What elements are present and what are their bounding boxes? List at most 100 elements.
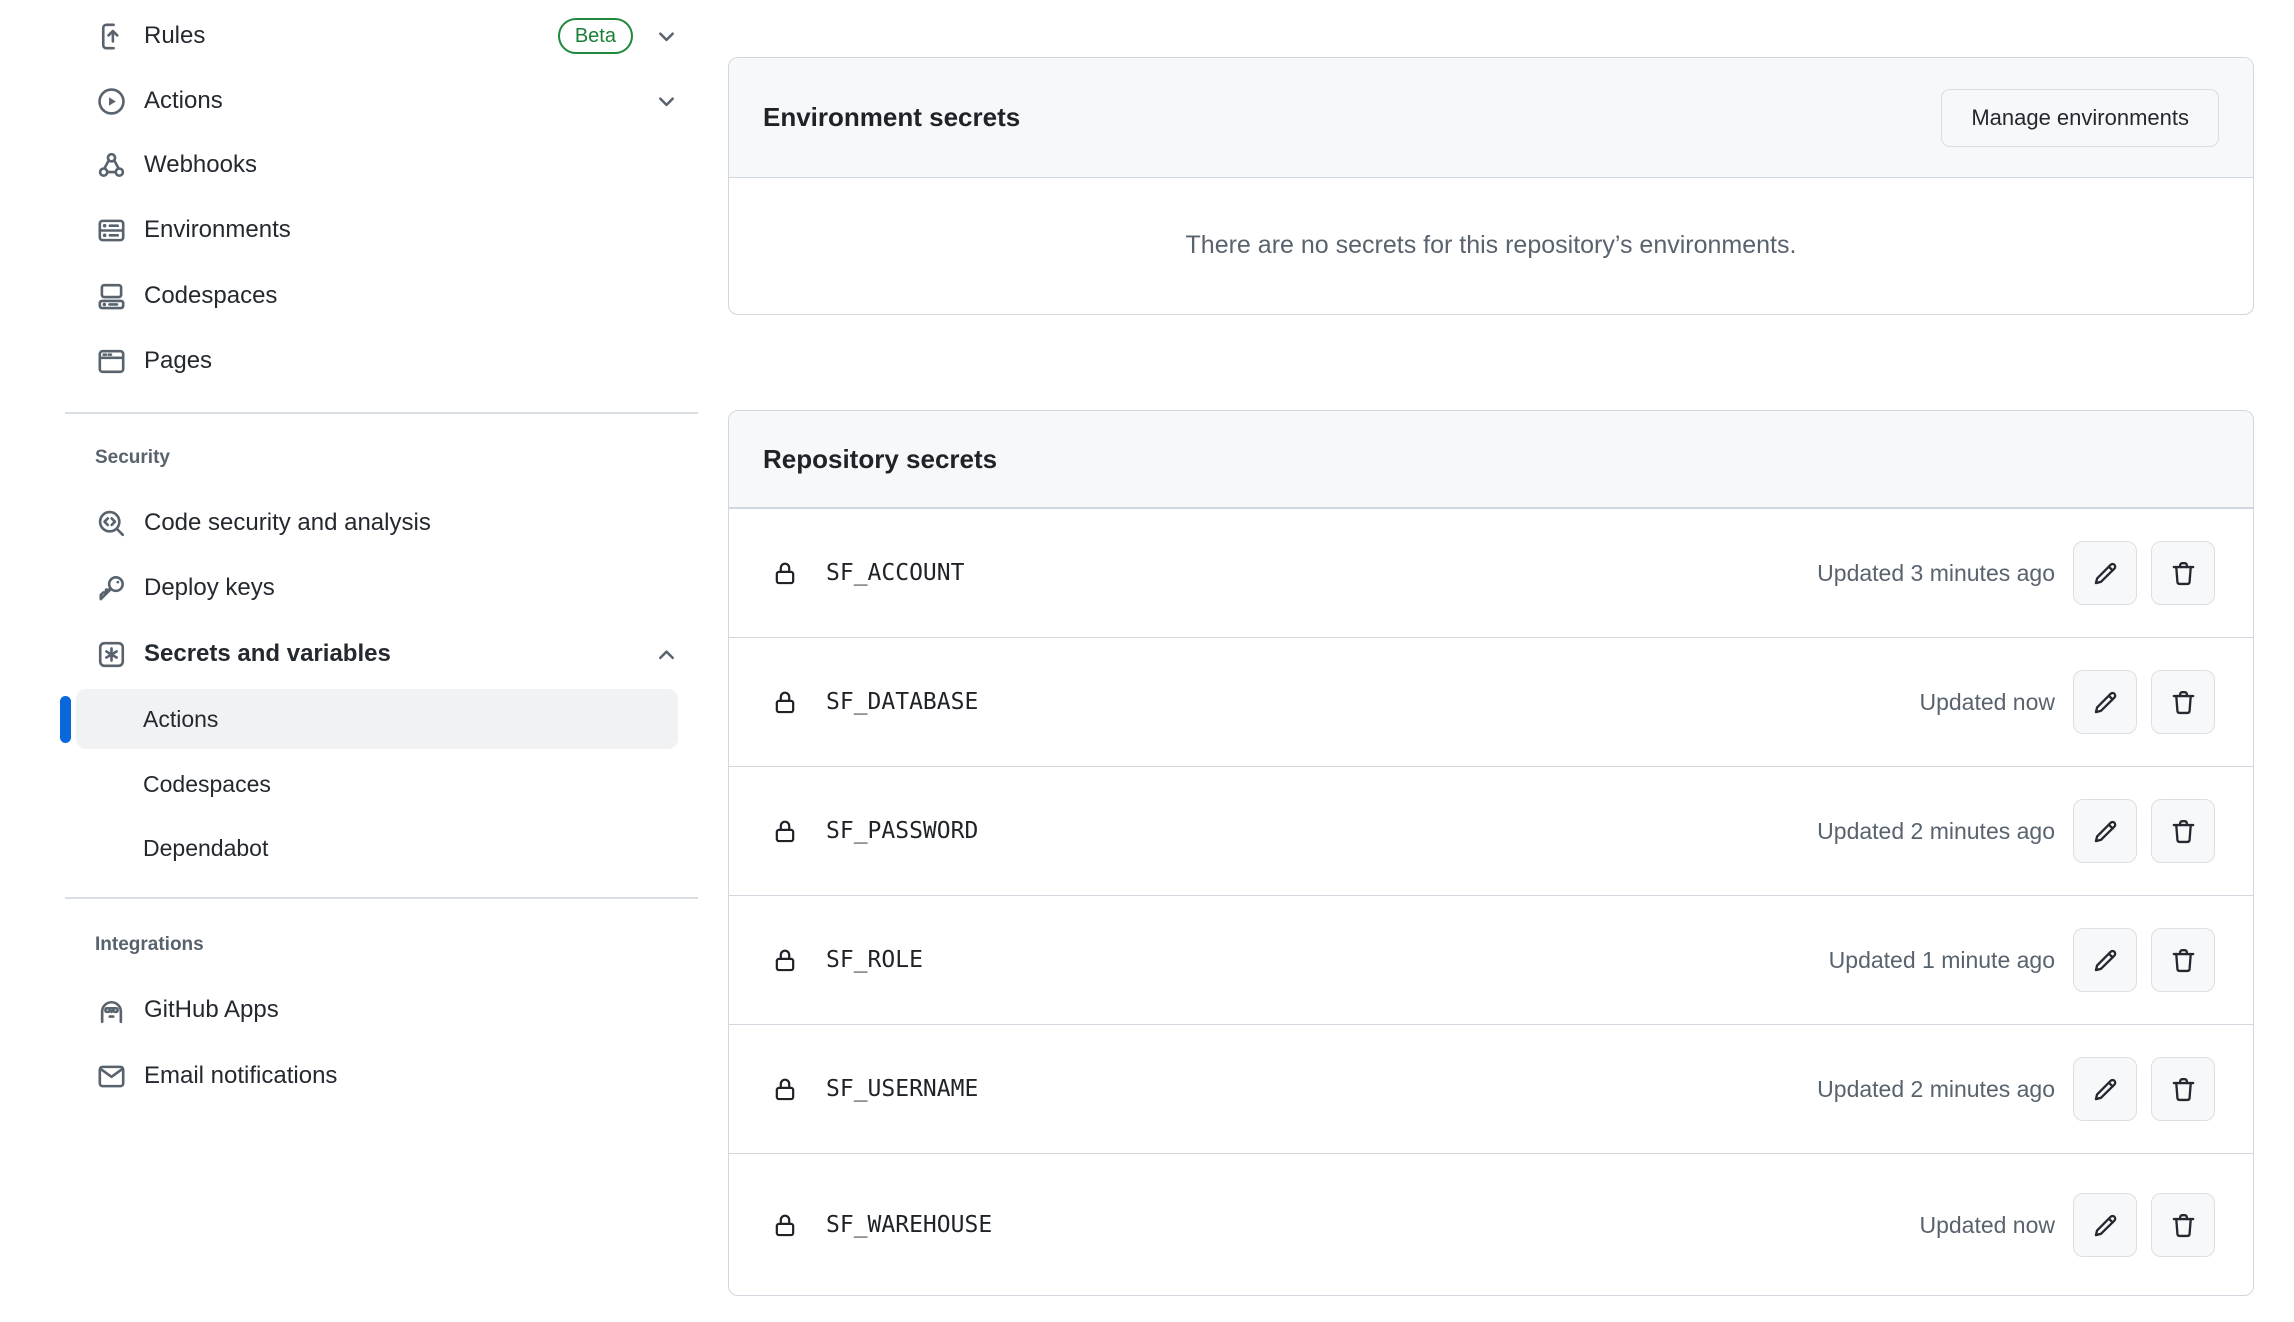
secret-updated: Updated 2 minutes ago <box>1817 818 2055 845</box>
sidebar-item-label: Environments <box>144 216 291 244</box>
repository-secrets-title: Repository secrets <box>763 444 997 475</box>
sidebar-item-codespaces[interactable]: Codespaces <box>95 272 680 320</box>
pencil-icon <box>2090 945 2121 976</box>
secret-name: SF_DATABASE <box>826 689 978 715</box>
edit-secret-button[interactable] <box>2073 670 2137 734</box>
sidebar-subitem-actions[interactable]: Actions <box>76 689 678 749</box>
delete-secret-button[interactable] <box>2151 670 2215 734</box>
sidebar-item-actions[interactable]: Actions <box>95 77 680 125</box>
codescan-icon <box>95 507 128 540</box>
environment-secrets-card: Environment secrets Manage environments … <box>728 57 2254 315</box>
sidebar-item-label: Code security and analysis <box>144 509 431 537</box>
webhook-icon <box>95 149 128 182</box>
delete-secret-button[interactable] <box>2151 928 2215 992</box>
secret-updated: Updated now <box>1919 1212 2055 1239</box>
secret-row: SF_USERNAME Updated 2 minutes ago <box>729 1024 2253 1153</box>
lock-icon <box>771 1210 799 1241</box>
secret-name: SF_ROLE <box>826 947 923 973</box>
trash-icon <box>2168 1074 2199 1105</box>
repository-secrets-card: Repository secrets SF_ACCOUNT Updated 3 … <box>728 410 2254 1296</box>
edit-secret-button[interactable] <box>2073 541 2137 605</box>
rules-icon <box>95 20 128 53</box>
lock-icon <box>771 558 799 589</box>
sidebar-item-rules[interactable]: Rules Beta <box>95 12 680 60</box>
sidebar-item-code-security[interactable]: Code security and analysis <box>95 499 680 547</box>
delete-secret-button[interactable] <box>2151 1057 2215 1121</box>
pencil-icon <box>2090 687 2121 718</box>
sidebar-subitem-dependabot[interactable]: Dependabot <box>76 818 678 878</box>
sidebar-section-security: Security <box>95 447 170 469</box>
chevron-down-icon <box>653 23 680 50</box>
sidebar-item-label: Pages <box>144 347 212 375</box>
sidebar-item-label: Rules <box>144 22 205 50</box>
secrets-icon <box>95 638 128 671</box>
sidebar-item-github-apps[interactable]: GitHub Apps <box>95 986 680 1034</box>
pencil-icon <box>2090 558 2121 589</box>
sidebar-item-webhooks[interactable]: Webhooks <box>95 141 680 189</box>
sidebar-item-label: Email notifications <box>144 1062 337 1090</box>
pencil-icon <box>2090 1210 2121 1241</box>
lock-icon <box>771 945 799 976</box>
secret-name: SF_WAREHOUSE <box>826 1212 992 1238</box>
manage-environments-button[interactable]: Manage environments <box>1941 89 2219 147</box>
sidebar-item-label: GitHub Apps <box>144 996 279 1024</box>
edit-secret-button[interactable] <box>2073 1193 2137 1257</box>
hubot-icon <box>95 994 128 1027</box>
lock-icon <box>771 687 799 718</box>
lock-icon <box>771 1074 799 1105</box>
pencil-icon <box>2090 816 2121 847</box>
secret-row: SF_WAREHOUSE Updated now <box>729 1153 2253 1296</box>
secret-updated: Updated 3 minutes ago <box>1817 560 2055 587</box>
secret-row: SF_PASSWORD Updated 2 minutes ago <box>729 766 2253 895</box>
trash-icon <box>2168 945 2199 976</box>
pencil-icon <box>2090 1074 2121 1105</box>
environment-secrets-header: Environment secrets Manage environments <box>729 58 2253 178</box>
secret-name: SF_PASSWORD <box>826 818 978 844</box>
secret-row: SF_ROLE Updated 1 minute ago <box>729 895 2253 1024</box>
repository-secrets-header: Repository secrets <box>729 411 2253 508</box>
browser-icon <box>95 345 128 378</box>
sidebar-item-environments[interactable]: Environments <box>95 206 680 254</box>
secret-updated: Updated 1 minute ago <box>1829 947 2055 974</box>
sidebar-item-label: Actions <box>144 87 223 115</box>
sidebar-item-email-notifications[interactable]: Email notifications <box>95 1052 680 1100</box>
sidebar-subitem-codespaces[interactable]: Codespaces <box>76 754 678 814</box>
edit-secret-button[interactable] <box>2073 928 2137 992</box>
delete-secret-button[interactable] <box>2151 1193 2215 1257</box>
secret-updated: Updated 2 minutes ago <box>1817 1076 2055 1103</box>
sidebar-divider <box>65 897 698 899</box>
secret-row: SF_ACCOUNT Updated 3 minutes ago <box>729 508 2253 637</box>
chevron-up-icon <box>653 641 680 668</box>
sidebar-item-label: Secrets and variables <box>144 640 391 668</box>
secret-row: SF_DATABASE Updated now <box>729 637 2253 766</box>
beta-badge: Beta <box>558 18 633 54</box>
sidebar-divider <box>65 412 698 414</box>
secret-updated: Updated now <box>1919 689 2055 716</box>
delete-secret-button[interactable] <box>2151 799 2215 863</box>
trash-icon <box>2168 558 2199 589</box>
lock-icon <box>771 816 799 847</box>
key-icon <box>95 572 128 605</box>
delete-secret-button[interactable] <box>2151 541 2215 605</box>
environment-secrets-empty-message: There are no secrets for this repository… <box>729 178 2253 313</box>
selected-item-accent-bar <box>60 696 71 743</box>
secret-name: SF_USERNAME <box>826 1076 978 1102</box>
environment-secrets-title: Environment secrets <box>763 102 1020 133</box>
secret-name: SF_ACCOUNT <box>826 560 964 586</box>
trash-icon <box>2168 1210 2199 1241</box>
sidebar-item-deploy-keys[interactable]: Deploy keys <box>95 564 680 612</box>
play-circle-icon <box>95 85 128 118</box>
trash-icon <box>2168 687 2199 718</box>
edit-secret-button[interactable] <box>2073 1057 2137 1121</box>
trash-icon <box>2168 816 2199 847</box>
codespaces-icon <box>95 280 128 313</box>
edit-secret-button[interactable] <box>2073 799 2137 863</box>
mail-icon <box>95 1060 128 1093</box>
sidebar-item-label: Deploy keys <box>144 574 275 602</box>
sidebar-item-pages[interactable]: Pages <box>95 337 680 385</box>
chevron-down-icon <box>653 88 680 115</box>
sidebar-item-label: Codespaces <box>144 282 277 310</box>
sidebar-item-secrets-and-variables[interactable]: Secrets and variables <box>95 630 680 678</box>
server-icon <box>95 214 128 247</box>
sidebar-item-label: Webhooks <box>144 151 257 179</box>
